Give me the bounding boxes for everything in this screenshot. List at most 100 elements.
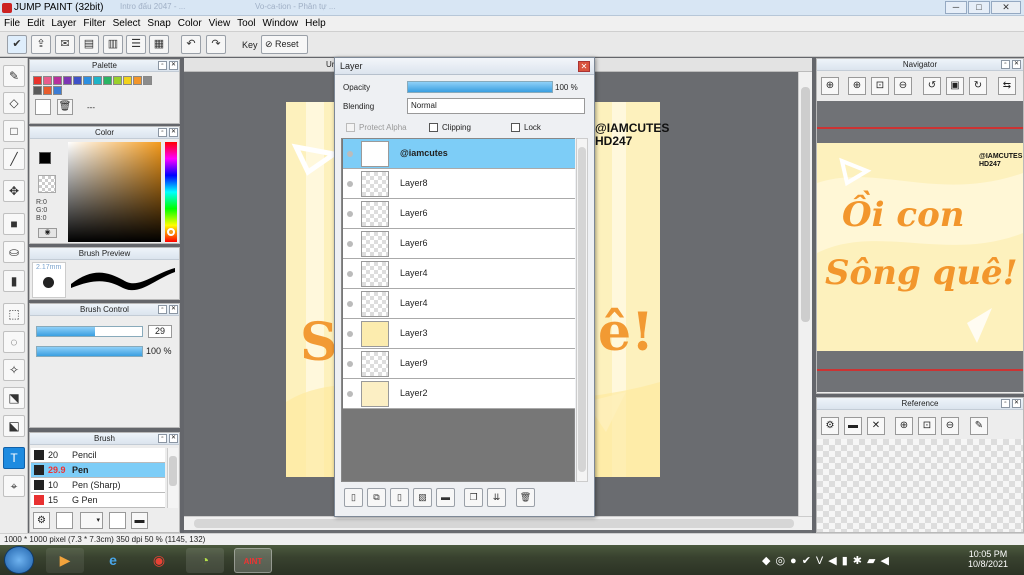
snap-icon[interactable]: ✔	[7, 35, 27, 54]
new-screentone-layer-icon[interactable]: ▧	[413, 488, 432, 507]
layer-row[interactable]: Layer6	[343, 199, 575, 229]
menu-select[interactable]: Select	[109, 16, 144, 29]
layer-row[interactable]: Layer4	[343, 289, 575, 319]
new-layer-icon[interactable]: ▯	[344, 488, 363, 507]
layer-close-icon[interactable]: ✕	[578, 61, 590, 72]
palette-swatch[interactable]	[103, 76, 112, 85]
menu-window[interactable]: Window	[259, 16, 302, 29]
menu-edit[interactable]: Edit	[23, 16, 47, 29]
bucket-tool-icon[interactable]: ⛀	[3, 241, 25, 263]
flip-icon[interactable]: ⇆	[998, 77, 1016, 95]
clipping-checkbox[interactable]	[429, 123, 438, 132]
zoom-in-icon[interactable]: ⊕	[848, 77, 866, 95]
menu-tool[interactable]: Tool	[233, 16, 258, 29]
protect-alpha-checkbox[interactable]	[346, 123, 355, 132]
foreground-color-swatch[interactable]	[39, 152, 51, 164]
start-button-icon[interactable]	[4, 546, 34, 574]
clock[interactable]: 10:05 PM 10/8/2021	[962, 549, 1014, 569]
jump-paint-task[interactable]: AINT	[234, 548, 272, 573]
layer-visibility-icon[interactable]	[347, 331, 353, 337]
reference-zoom-out-icon[interactable]: ⊖	[941, 417, 959, 435]
layer-row[interactable]: Layer3	[343, 319, 575, 349]
comment-icon[interactable]: ✉	[55, 35, 75, 54]
palette-swatch[interactable]	[133, 76, 142, 85]
reset-button[interactable]: ⊘ Reset	[261, 35, 308, 54]
fill-rect-tool-icon[interactable]: ■	[3, 213, 25, 235]
panel-close-icon[interactable]: ✕	[169, 128, 178, 137]
layer-row[interactable]: Layer6	[343, 229, 575, 259]
reference-zoom-in-icon[interactable]: ⊕	[895, 417, 913, 435]
layer-visibility-icon[interactable]	[347, 301, 353, 307]
line-tool-icon[interactable]: ╱	[3, 148, 25, 170]
select-pen-tool-icon[interactable]: ⬔	[3, 387, 25, 409]
layer-titlebar[interactable]: Layer ✕	[335, 58, 594, 75]
duplicate-layer-icon[interactable]: ❐	[464, 488, 483, 507]
layer-row[interactable]: Layer2	[343, 379, 575, 409]
palette-swatch[interactable]	[83, 76, 92, 85]
shape-tool-icon[interactable]: □	[3, 120, 25, 142]
new-raster-layer-icon[interactable]: ▯	[390, 488, 409, 507]
canvas-h-scroll-thumb[interactable]	[194, 519, 794, 528]
menu-view[interactable]: View	[205, 16, 234, 29]
brush-item[interactable]: 29.9 Pen	[31, 463, 165, 478]
layer-row[interactable]: Layer4	[343, 259, 575, 289]
layer-row[interactable]: Layer9	[343, 349, 575, 379]
panel-close-icon[interactable]: ✕	[169, 305, 178, 314]
palette-swatch[interactable]	[93, 76, 102, 85]
panel-float-icon[interactable]: ▫	[1001, 60, 1010, 69]
internet-explorer-icon[interactable]: e	[94, 548, 132, 573]
saturation-value-picker[interactable]	[68, 142, 161, 242]
menu-layer[interactable]: Layer	[47, 16, 79, 29]
panel-close-icon[interactable]: ✕	[169, 434, 178, 443]
layer-visibility-icon[interactable]	[347, 391, 353, 397]
lasso-tool-icon[interactable]: ◌	[3, 331, 25, 353]
palette-swatch[interactable]	[53, 76, 62, 85]
menu-help[interactable]: Help	[301, 16, 329, 29]
background-tab[interactable]: Vo-ca-tion - Phân tự ...	[255, 2, 395, 14]
document-icon[interactable]: ▥	[103, 35, 123, 54]
select-rect-tool-icon[interactable]: ⬚	[3, 303, 25, 325]
rotate-right-icon[interactable]: ↻	[969, 77, 987, 95]
panel-close-icon[interactable]: ✕	[1012, 60, 1021, 69]
brush-opacity-slider[interactable]	[36, 346, 143, 357]
fit-window-icon[interactable]: ⊡	[871, 77, 889, 95]
grid-icon[interactable]: ▦	[149, 35, 169, 54]
palette-swatch[interactable]	[33, 86, 42, 95]
layer-visibility-icon[interactable]	[347, 181, 353, 187]
chrome-icon[interactable]: ◉	[140, 548, 178, 573]
minimize-button[interactable]: ─	[945, 1, 967, 14]
layer-scroll-thumb[interactable]	[578, 147, 586, 472]
layer-visibility-icon[interactable]	[347, 361, 353, 367]
reference-close-icon[interactable]: ✕	[867, 417, 885, 435]
brush-item[interactable]: 20 Pencil	[31, 448, 165, 463]
layer-visibility-icon[interactable]	[347, 151, 353, 157]
eyedropper-tool-icon[interactable]: ⌖	[3, 475, 25, 497]
layer-visibility-icon[interactable]	[347, 271, 353, 277]
move-tool-icon[interactable]: ✥	[3, 180, 25, 202]
brush-size-slider[interactable]	[36, 326, 143, 337]
message-icon[interactable]: ▤	[79, 35, 99, 54]
reference-fit-icon[interactable]: ⊡	[918, 417, 936, 435]
layer-opacity-slider[interactable]	[407, 81, 553, 93]
eraser-tool-icon[interactable]: ◇	[3, 92, 25, 114]
color-mode-icon[interactable]: ◉	[38, 228, 57, 238]
undo-icon[interactable]: ↶	[181, 35, 201, 54]
magic-wand-tool-icon[interactable]: ✧	[3, 359, 25, 381]
brush-item[interactable]: 15 G Pen	[31, 493, 165, 508]
panel-float-icon[interactable]: ▫	[158, 434, 167, 443]
palette-swatch[interactable]	[63, 76, 72, 85]
merge-layer-icon[interactable]: ⇊	[487, 488, 506, 507]
palette-swatch[interactable]	[113, 76, 122, 85]
canvas-v-scrollbar[interactable]	[798, 72, 812, 520]
text-tool-icon[interactable]: T	[3, 447, 25, 469]
reference-eyedropper-icon[interactable]: ✎	[970, 417, 988, 435]
trash-icon[interactable]: 🗑	[57, 99, 73, 115]
transparent-color-swatch[interactable]	[38, 175, 56, 193]
panel-float-icon[interactable]: ▫	[1001, 399, 1010, 408]
hue-slider-handle[interactable]	[167, 228, 175, 236]
reference-settings-icon[interactable]: ⚙	[821, 417, 839, 435]
palette-swatch[interactable]	[143, 76, 152, 85]
palette-swatch[interactable]	[43, 86, 52, 95]
navigator-view[interactable]: @IAMCUTES HD247 Ồi con Sông quê!	[817, 101, 1023, 392]
maximize-button[interactable]: □	[968, 1, 990, 14]
